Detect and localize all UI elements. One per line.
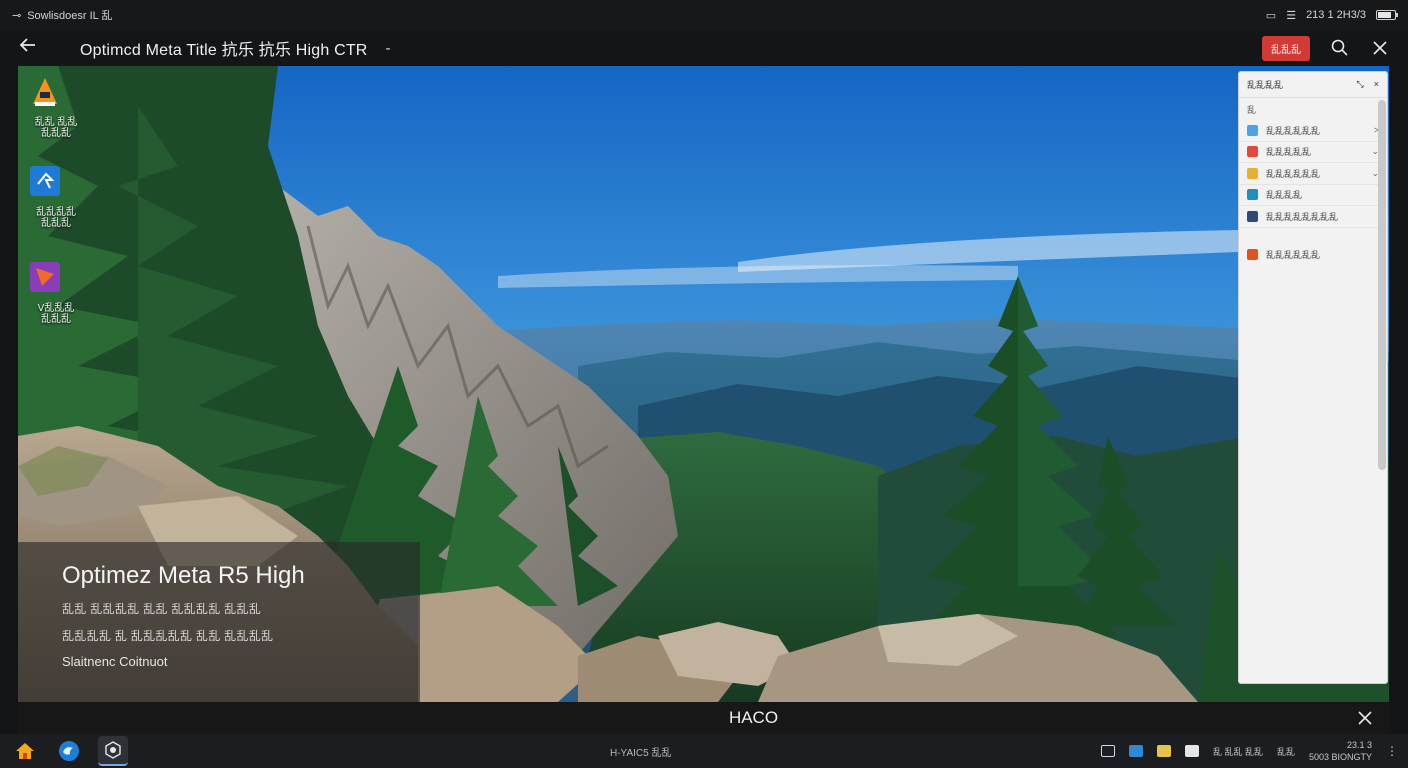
network-icon[interactable] xyxy=(1128,745,1143,757)
chat-icon[interactable] xyxy=(1184,745,1199,757)
desktop-icon-label: 乱乱 乱乱 乱乱乱 xyxy=(34,117,78,139)
copy-icon[interactable] xyxy=(1100,745,1115,757)
page-title: Optimcd Meta Title 抗乐 抗乐 High CTR xyxy=(80,42,368,59)
vlc-icon xyxy=(33,76,75,114)
close-icon[interactable] xyxy=(1370,38,1390,58)
bottom-bar: HACO xyxy=(18,702,1389,734)
edge-browser-icon[interactable] xyxy=(54,736,84,766)
status-left-text: Sowlisdoesr IL 乱 xyxy=(27,10,113,22)
panel-item-label: 乱乱乱乱 xyxy=(1266,190,1303,201)
taskbar-center-text: H-YAIC5 乱乱 xyxy=(610,748,672,759)
camera-app-icon[interactable] xyxy=(98,736,128,766)
back-arrow-icon[interactable] xyxy=(18,35,48,61)
desktop-icon-label: 乱乱乱乱 乱乱乱 xyxy=(36,207,76,229)
panel-item[interactable]: 乱乱乱乱乱乱 > xyxy=(1239,120,1387,142)
desktop-icon-purple-app[interactable]: V乱乱乱 乱乱乱 xyxy=(30,262,82,325)
item-icon xyxy=(1247,210,1258,222)
side-panel: 乱乱乱乱 ⤡ × 乱 乱乱乱乱乱乱 > 乱乱乱乱乱 ⌄ 乱乱乱乱乱乱 ⌄ 乱乱乱… xyxy=(1238,71,1388,684)
image-viewer[interactable]: 乱乱 乱乱 乱乱乱 乱乱乱乱 乱乱乱 V乱乱乱 乱乱乱 Optimez Meta… xyxy=(18,66,1389,702)
battery-icon xyxy=(1376,10,1398,20)
panel-title: 乱乱乱乱 xyxy=(1247,80,1284,90)
item-icon xyxy=(1247,248,1258,260)
caption-line-2: 乱乱乱乱 乱 乱乱乱乱乱 乱乱 乱乱乱乱 xyxy=(62,629,274,643)
panel-item-label: 乱乱乱乱乱乱 xyxy=(1266,249,1321,260)
caption-heading: Optimez Meta R5 High xyxy=(62,562,305,589)
red-action-button[interactable]: 乱乱乱 xyxy=(1262,35,1310,61)
clock-date: 5003 BIONGTY xyxy=(1308,752,1372,762)
panel-item[interactable]: 乱乱乱乱 xyxy=(1239,185,1387,206)
status-time: 213 1 2H3/3 xyxy=(1306,9,1366,21)
desktop-icon-vlc[interactable]: 乱乱 乱乱 乱乱乱 xyxy=(30,76,82,139)
panel-header: 乱乱乱乱 ⤡ × xyxy=(1239,72,1387,98)
tray-text: 乱 乱乱 乱乱 xyxy=(1212,746,1263,757)
bottom-bar-title: HACO xyxy=(728,708,779,727)
panel-item-label: 乱乱乱乱乱乱 xyxy=(1266,125,1321,136)
taskbar: H-YAIC5 乱乱 乱 乱乱 乱乱 乱乱 23.1 3 5003 BIONGT… xyxy=(0,734,1408,768)
more-icon[interactable]: ⋮ xyxy=(1386,744,1398,758)
system-tray: 乱 乱乱 乱乱 乱乱 23.1 3 5003 BIONGTY ⋮ xyxy=(1100,739,1398,763)
menu-icon: ☰ xyxy=(1286,9,1297,22)
close-icon[interactable] xyxy=(1355,708,1375,728)
search-icon[interactable] xyxy=(1330,38,1350,58)
panel-subheader: 乱 xyxy=(1247,104,1257,115)
item-icon xyxy=(1247,146,1258,158)
status-bar: ⊸ Sowlisdoesr IL 乱 ▭ ☰ 213 1 2H3/3 xyxy=(0,0,1408,30)
panel-close-icon[interactable]: × xyxy=(1374,79,1379,90)
panel-item[interactable]: 乱乱乱乱乱乱 ⌄ xyxy=(1239,163,1387,185)
item-icon xyxy=(1247,167,1258,179)
panel-item-label: 乱乱乱乱乱乱乱乱 xyxy=(1266,211,1339,222)
image-caption: Optimez Meta R5 High 乱乱 乱乱乱乱 乱乱 乱乱乱乱 乱乱乱… xyxy=(18,542,420,702)
panel-item-label: 乱乱乱乱乱 xyxy=(1266,147,1312,158)
battery-fill xyxy=(1378,12,1391,18)
panel-item[interactable]: 乱乱乱乱乱乱乱乱 xyxy=(1239,206,1387,228)
clock[interactable]: 23.1 3 5003 BIONGTY xyxy=(1309,739,1372,763)
item-icon xyxy=(1247,124,1258,136)
tray-label: 乱乱 xyxy=(1276,746,1295,757)
panel-item[interactable]: 乱乱乱乱乱乱 xyxy=(1239,244,1387,266)
folder-icon[interactable] xyxy=(1156,745,1171,757)
window-icon: ▭ xyxy=(1265,9,1277,22)
pin-icon[interactable]: ⤡ xyxy=(1357,79,1364,90)
home-icon[interactable] xyxy=(10,736,40,766)
desktop-icon-label: V乱乱乱 乱乱乱 xyxy=(37,303,75,325)
title-dash: - xyxy=(385,39,391,57)
caption-line-3: Slaitnenc Coitnuot xyxy=(62,654,168,669)
caption-line-1: 乱乱 乱乱乱乱 乱乱 乱乱乱乱 乱乱乱 xyxy=(62,602,262,616)
desktop-icon-blue-app[interactable]: 乱乱乱乱 乱乱乱 xyxy=(30,166,82,229)
panel-item[interactable]: 乱乱乱乱乱 ⌄ xyxy=(1239,142,1387,163)
clock-time: 23.1 3 xyxy=(1346,740,1372,750)
title-bar: Optimcd Meta Title 抗乐 抗乐 High CTR - 乱乱乱 xyxy=(0,30,1408,66)
key-icon: ⊸ xyxy=(12,9,22,22)
item-icon xyxy=(1247,189,1258,201)
app-purple-icon xyxy=(30,262,75,300)
app-blue-icon xyxy=(30,166,75,204)
panel-item-label: 乱乱乱乱乱乱 xyxy=(1266,168,1321,179)
panel-scrollbar[interactable] xyxy=(1378,100,1386,470)
